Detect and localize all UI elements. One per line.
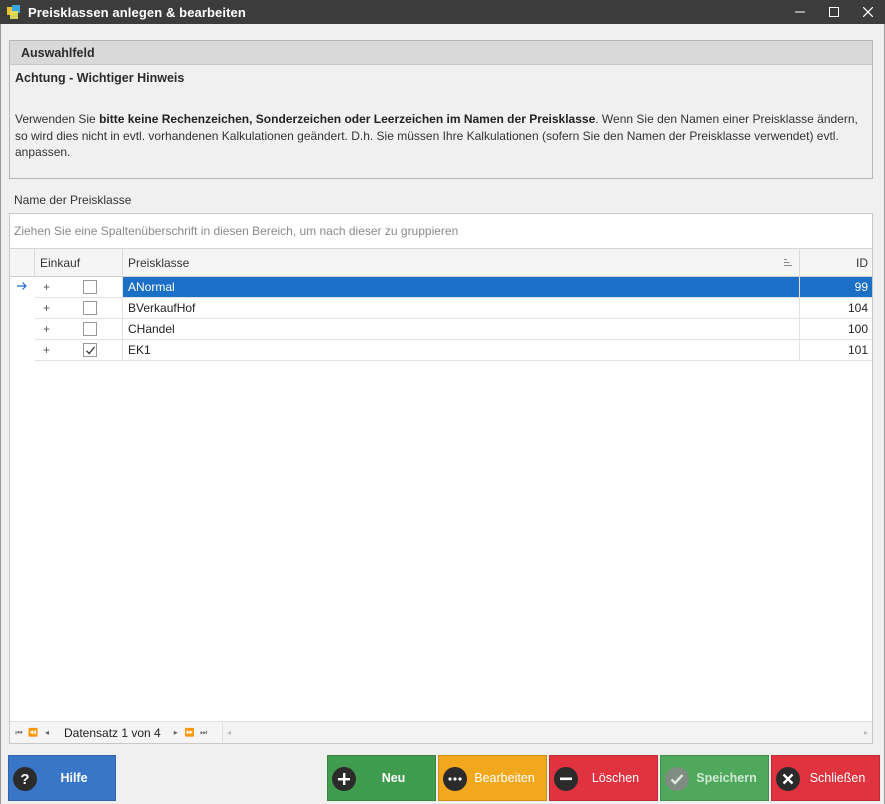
row-indicator: [10, 277, 35, 298]
row-indicator-header: [10, 249, 35, 277]
minimize-button[interactable]: [783, 0, 817, 24]
panel-header: Auswahlfeld: [10, 41, 872, 65]
row-indicator: [10, 298, 35, 319]
app-icon: [7, 5, 20, 19]
horizontal-scrollbar[interactable]: ◂ ▸: [222, 723, 872, 742]
einkauf-checkbox[interactable]: [83, 301, 97, 315]
preisklasse-cell[interactable]: CHandel: [123, 319, 800, 340]
einkauf-checkbox[interactable]: [83, 280, 97, 294]
last-record-button[interactable]: ⏭: [197, 724, 211, 742]
panel-notice-text: Verwenden Sie bitte keine Rechenzeichen,…: [15, 111, 867, 161]
table-row[interactable]: + CHandel 100: [10, 319, 872, 340]
next-icon: ▸: [173, 728, 178, 737]
id-cell[interactable]: 104: [800, 298, 872, 319]
table-row[interactable]: + EK1 101: [10, 340, 872, 361]
column-header-id[interactable]: ID: [800, 249, 872, 277]
maximize-button[interactable]: [817, 0, 851, 24]
next-record-button[interactable]: ▸: [169, 724, 183, 742]
next-page-button[interactable]: ⏩: [183, 724, 197, 742]
column-header-preisklasse[interactable]: Preisklasse: [123, 249, 800, 277]
loeschen-button[interactable]: Löschen: [549, 755, 658, 801]
einkauf-checkbox[interactable]: [83, 322, 97, 336]
neu-button[interactable]: Neu: [327, 755, 436, 801]
record-counter: Datensatz 1 von 4: [64, 725, 161, 740]
record-navigator: ⏮ ⏪ ◂ Datensatz 1 von 4 ▸ ⏩ ⏭ ◂ ▸: [10, 721, 872, 743]
speichern-label: Speichern: [696, 771, 757, 785]
next-page-icon: ⏩: [184, 728, 195, 737]
title-bar: Preisklassen anlegen & bearbeiten: [0, 0, 885, 24]
scroll-right-icon[interactable]: ▸: [864, 728, 868, 737]
loeschen-label: Löschen: [591, 771, 640, 785]
notice-text-pre: Verwenden Sie: [15, 112, 100, 126]
previous-icon: ◂: [44, 728, 49, 737]
id-cell[interactable]: 100: [800, 319, 872, 340]
checkmark-icon: [86, 346, 96, 355]
notice-text-bold: bitte keine Rechenzeichen, Sonderzeichen…: [99, 112, 596, 126]
first-icon: ⏮: [15, 727, 23, 737]
minimize-icon: [795, 11, 805, 13]
price-class-grid[interactable]: Ziehen Sie eine Spaltenüberschrift in di…: [9, 213, 873, 744]
einkauf-cell: +: [35, 277, 123, 298]
last-icon: ⏭: [200, 727, 208, 737]
einkauf-cell: +: [35, 340, 123, 361]
info-panel: Auswahlfeld Achtung - Wichtiger Hinweis …: [9, 40, 873, 179]
einkauf-cell: +: [35, 298, 123, 319]
expand-row-button[interactable]: +: [35, 343, 50, 357]
einkauf-checkbox[interactable]: [83, 343, 97, 357]
bearbeiten-button[interactable]: Bearbeiten: [438, 755, 547, 801]
row-indicator: [10, 340, 35, 361]
sort-icon: [784, 259, 792, 266]
maximize-icon: [829, 7, 839, 17]
column-header-einkauf[interactable]: Einkauf: [35, 249, 123, 277]
scroll-left-icon[interactable]: ◂: [227, 728, 231, 737]
group-by-panel[interactable]: Ziehen Sie eine Spaltenüberschrift in di…: [10, 214, 872, 249]
window-title: Preisklassen anlegen & bearbeiten: [28, 4, 246, 20]
table-row[interactable]: + ANormal 99: [10, 277, 872, 298]
schliessen-button[interactable]: Schließen: [771, 755, 880, 801]
window-content: Auswahlfeld Achtung - Wichtiger Hinweis …: [0, 24, 885, 804]
expand-row-button[interactable]: +: [35, 280, 50, 294]
bearbeiten-label: Bearbeiten: [474, 771, 535, 785]
expand-row-button[interactable]: +: [35, 322, 50, 336]
hilfe-button[interactable]: ? Hilfe: [8, 755, 116, 801]
current-row-arrow-icon: [17, 282, 27, 290]
neu-label: Neu: [381, 771, 406, 785]
table-row[interactable]: + BVerkaufHof 104: [10, 298, 872, 319]
preisklasse-cell[interactable]: BVerkaufHof: [123, 298, 800, 319]
row-indicator: [10, 319, 35, 340]
preisklasse-header-label: Preisklasse: [128, 256, 190, 270]
first-record-button[interactable]: ⏮: [12, 724, 26, 742]
schliessen-label: Schließen: [809, 771, 866, 785]
hilfe-label: Hilfe: [60, 771, 88, 785]
preisklasse-cell[interactable]: ANormal: [123, 277, 800, 298]
previous-record-button[interactable]: ◂: [40, 724, 54, 742]
close-icon: [863, 7, 873, 17]
preisklasse-cell[interactable]: EK1: [123, 340, 800, 361]
expand-row-button[interactable]: +: [35, 301, 50, 315]
id-cell[interactable]: 101: [800, 340, 872, 361]
field-label: Name der Preisklasse: [14, 193, 132, 207]
previous-page-icon: ⏪: [28, 728, 38, 737]
grid-header: Einkauf Preisklasse ID: [10, 249, 872, 277]
panel-subtitle: Achtung - Wichtiger Hinweis: [15, 71, 185, 85]
speichern-button[interactable]: Speichern: [660, 755, 769, 801]
close-button[interactable]: [851, 0, 885, 24]
einkauf-cell: +: [35, 319, 123, 340]
id-cell[interactable]: 99: [800, 277, 872, 298]
previous-page-button[interactable]: ⏪: [26, 724, 40, 742]
